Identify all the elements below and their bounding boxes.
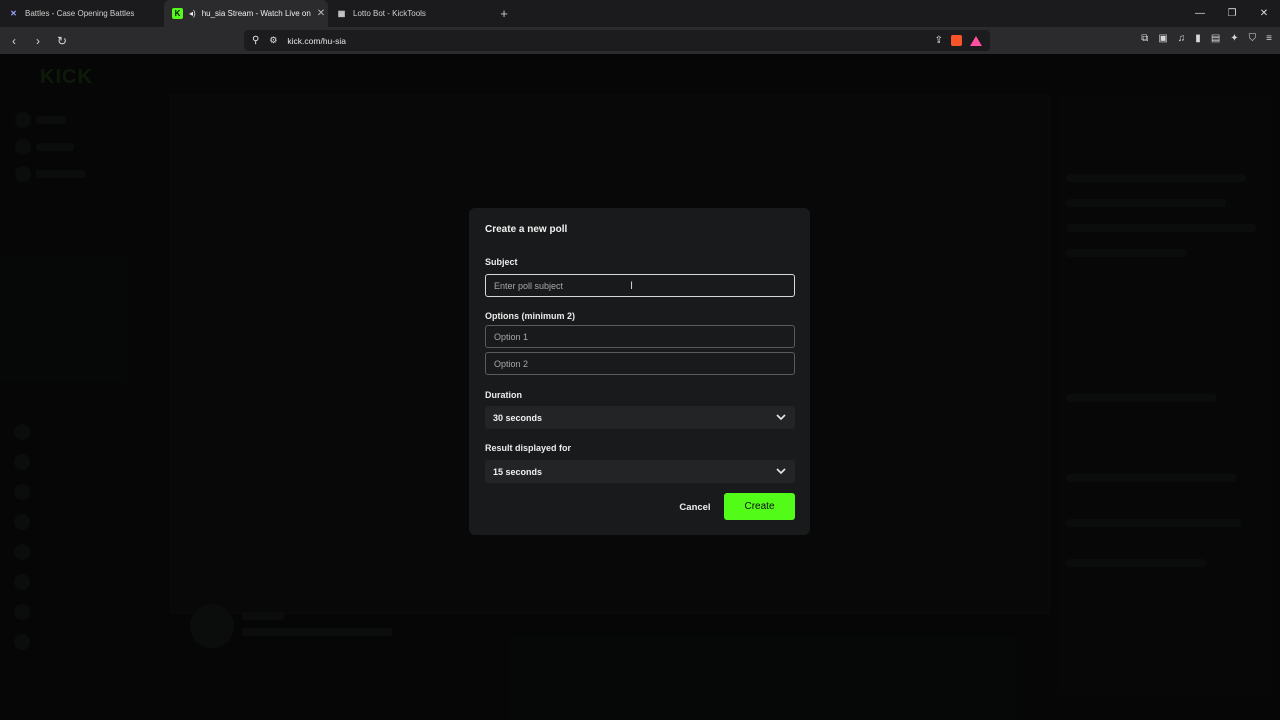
- tab-title: Battles - Case Opening Battles: [25, 9, 135, 18]
- browser-tab-bar: ✕ Battles - Case Opening Battles K ◂) hu…: [0, 0, 1280, 27]
- browser-extension-tray: ⧉ ▣ ♫ ▮ ▤ ✦ ⛉ ≡: [1141, 33, 1272, 44]
- audio-icon[interactable]: ◂): [189, 9, 196, 18]
- option-2-input[interactable]: [485, 352, 795, 375]
- vpn-icon[interactable]: ⛉: [1249, 33, 1257, 44]
- forward-icon[interactable]: ›: [28, 31, 48, 51]
- extension-icon[interactable]: ⧉: [1141, 33, 1148, 44]
- modal-title: Create a new poll: [485, 224, 568, 235]
- create-poll-modal: Create a new poll Subject Options (minim…: [469, 208, 810, 535]
- duration-value: 30 seconds: [493, 412, 543, 423]
- result-duration-label: Result displayed for: [485, 443, 572, 453]
- grid-favicon-icon: ▦: [337, 9, 346, 18]
- create-button[interactable]: Create: [724, 493, 795, 520]
- result-duration-select[interactable]: 15 seconds: [485, 460, 795, 483]
- options-label: Options (minimum 2): [485, 311, 575, 321]
- leo-ai-icon[interactable]: ✦: [1230, 33, 1238, 44]
- tab-battles[interactable]: ✕ Battles - Case Opening Battles: [0, 0, 164, 27]
- menu-icon[interactable]: ≡: [1266, 33, 1272, 44]
- cancel-button[interactable]: Cancel: [671, 495, 719, 519]
- back-icon[interactable]: ‹: [4, 31, 24, 51]
- subject-label: Subject: [485, 257, 518, 267]
- maximize-icon[interactable]: ❐: [1216, 0, 1248, 27]
- bookmark-icon[interactable]: ⚲: [252, 35, 259, 46]
- duration-select[interactable]: 30 seconds: [485, 406, 795, 429]
- site-settings-icon[interactable]: ⚙: [269, 35, 277, 46]
- close-window-icon[interactable]: ✕: [1248, 0, 1280, 27]
- duration-label: Duration: [485, 390, 522, 400]
- text-cursor-icon: I: [630, 280, 634, 292]
- sidebar-icon[interactable]: ▮: [1195, 33, 1201, 44]
- address-bar[interactable]: ⚲ ⚙ kick.com/hu-sia ⇪: [244, 30, 990, 51]
- new-tab-icon[interactable]: +: [492, 6, 516, 21]
- url-text: kick.com/hu-sia: [287, 35, 346, 46]
- battles-favicon-icon: ✕: [10, 9, 17, 18]
- kick-favicon-icon: K: [172, 8, 183, 19]
- browser-toolbar: ‹ › ↻ ⚲ ⚙ kick.com/hu-sia ⇪ ⧉ ▣ ♫ ▮ ▤ ✦ …: [0, 27, 1280, 54]
- brave-shields-icon[interactable]: [951, 35, 962, 46]
- tab-lotto-bot[interactable]: ▦ Lotto Bot - KickTools: [328, 0, 492, 27]
- minimize-icon[interactable]: —: [1184, 0, 1216, 27]
- window-controls: — ❐ ✕: [1184, 0, 1280, 27]
- tab-hu-sia-stream[interactable]: K ◂) hu_sia Stream - Watch Live on ✕: [164, 0, 328, 27]
- result-duration-value: 15 seconds: [493, 466, 543, 477]
- translate-icon[interactable]: ▣: [1158, 33, 1167, 44]
- tab-title: hu_sia Stream - Watch Live on: [201, 9, 311, 18]
- poll-subject-input[interactable]: [485, 274, 795, 297]
- option-1-input[interactable]: [485, 325, 795, 348]
- reload-icon[interactable]: ↻: [52, 31, 72, 51]
- share-icon[interactable]: ⇪: [935, 35, 943, 46]
- wallet-icon[interactable]: ▤: [1211, 33, 1220, 44]
- brave-rewards-icon[interactable]: [970, 35, 982, 46]
- music-icon[interactable]: ♫: [1178, 33, 1186, 44]
- chevron-down-icon: [775, 412, 787, 424]
- chevron-down-icon: [775, 466, 787, 478]
- tab-title: Lotto Bot - KickTools: [353, 9, 426, 18]
- close-tab-icon[interactable]: ✕: [317, 8, 325, 19]
